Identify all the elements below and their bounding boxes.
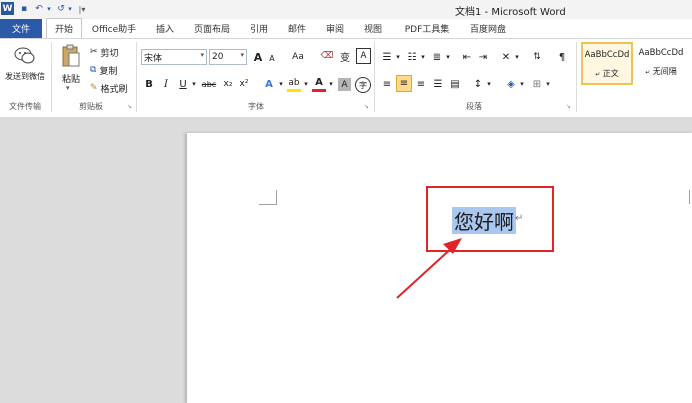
- annotation-arrow: [396, 238, 462, 299]
